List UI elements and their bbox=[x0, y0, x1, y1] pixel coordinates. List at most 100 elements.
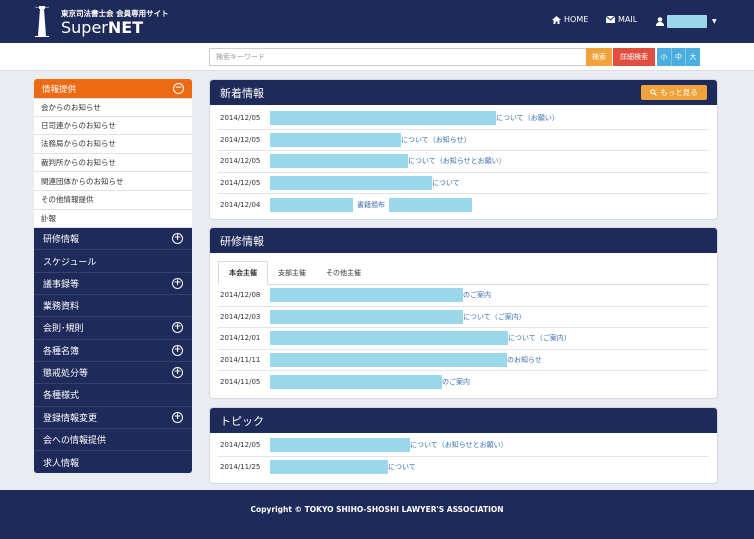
sidebar-item-label: 登録情報変更 bbox=[43, 413, 98, 424]
sidebar-item-label: スケジュール bbox=[43, 257, 97, 268]
expand-icon[interactable]: + bbox=[172, 344, 183, 356]
sidebar-subitem[interactable]: 訃報 bbox=[34, 209, 192, 229]
list-item: 2014/12/01 について（ご案内） bbox=[218, 328, 709, 350]
expand-icon[interactable]: + bbox=[172, 277, 183, 289]
home-link[interactable]: HOME bbox=[552, 15, 588, 24]
sidebar-subitem[interactable]: 関連団体からのお知らせ bbox=[34, 172, 192, 191]
training-panel: 研修情報 本会主催 支部主催 その他主催 2014/12/08 のご案内 2014/12… bbox=[209, 227, 718, 399]
sidebar-item[interactable]: 懲戒処分等 + bbox=[34, 361, 192, 385]
sidebar-subitem[interactable]: 法務局からのお知らせ bbox=[34, 135, 192, 154]
search-input[interactable]: 検索キーワード bbox=[209, 48, 587, 66]
tab-1[interactable]: 支部主催 bbox=[268, 261, 316, 284]
item-date: 2014/11/05 bbox=[220, 378, 261, 387]
sidebar-item[interactable]: 会への情報提供 bbox=[34, 428, 192, 452]
item-title-suffix[interactable]: について（ご案内） bbox=[463, 312, 526, 322]
sidebar-item[interactable]: 研修情報 + bbox=[34, 228, 192, 251]
chevron-down-icon: ▼ bbox=[712, 18, 717, 25]
copyright-text: Copyright © TOKYO SHIHO-SHOSHI LAWYER'S … bbox=[250, 505, 504, 514]
item-title-link[interactable] bbox=[270, 438, 410, 453]
item-title-link[interactable] bbox=[270, 176, 432, 191]
list-item: 2014/12/05 について bbox=[218, 173, 709, 195]
sidebar-item-label: 求人情報 bbox=[43, 458, 80, 469]
site-name[interactable]: SuperNET bbox=[61, 18, 143, 37]
sidebar-item-label: 各種名簿 bbox=[43, 346, 80, 357]
sidebar-item[interactable]: 登録情報変更 + bbox=[34, 406, 192, 429]
user-menu[interactable]: ▼ bbox=[656, 15, 717, 28]
advanced-search-button[interactable]: 詳細検索 bbox=[613, 48, 655, 66]
sidebar-subitem[interactable]: その他情報提供 bbox=[34, 190, 192, 210]
item-title-link[interactable] bbox=[270, 460, 388, 475]
item-date: 2014/11/25 bbox=[220, 463, 261, 472]
item-title-link[interactable] bbox=[270, 331, 508, 346]
sidebar-item[interactable]: 各種名簿 + bbox=[34, 339, 192, 362]
training-tabs: 本会主催 支部主催 その他主催 bbox=[218, 261, 709, 285]
item-title-suffix[interactable]: について bbox=[432, 178, 460, 188]
sidebar-subitem[interactable]: 日司連からのお知らせ bbox=[34, 116, 192, 136]
font-size-medium-button[interactable]: 中 bbox=[671, 48, 685, 66]
sidebar-section-info[interactable]: 情報提供 − bbox=[34, 79, 192, 98]
item-title-suffix[interactable]: について（お知らせとお願い） bbox=[408, 156, 506, 166]
expand-icon[interactable]: + bbox=[172, 411, 183, 423]
sidebar-item-label: 各種様式 bbox=[43, 391, 80, 402]
tab-0[interactable]: 本会主催 bbox=[218, 261, 268, 285]
more-button[interactable]: もっと見る bbox=[641, 85, 707, 100]
item-title-suffix[interactable]: 書籍頒布 bbox=[357, 200, 385, 210]
item-title-link[interactable] bbox=[270, 154, 408, 169]
collapse-icon[interactable]: − bbox=[173, 83, 184, 94]
mail-icon bbox=[606, 16, 615, 23]
sidebar-item[interactable]: 求人情報 bbox=[34, 451, 192, 474]
item-title-suffix[interactable]: のご案内 bbox=[442, 377, 470, 387]
font-size-large-button[interactable]: 大 bbox=[685, 48, 700, 66]
item-title-suffix[interactable]: について（お願い） bbox=[496, 113, 559, 123]
item-date: 2014/12/05 bbox=[220, 114, 261, 123]
item-title-link[interactable] bbox=[389, 198, 472, 213]
sidebar-item[interactable]: 業務資料 bbox=[34, 295, 192, 318]
item-date: 2014/11/11 bbox=[220, 356, 261, 365]
search-button[interactable]: 検索 bbox=[586, 48, 612, 66]
sidebar-item[interactable]: 会則･規則 + bbox=[34, 317, 192, 340]
item-title-suffix[interactable]: について（ご案内） bbox=[508, 333, 571, 343]
item-title-link[interactable] bbox=[270, 132, 401, 147]
item-title-suffix[interactable]: について bbox=[388, 462, 416, 472]
topics-panel: トピック 2014/12/05 について（お知らせとお願い） 2014/11/25 に… bbox=[209, 407, 718, 484]
item-title-link[interactable] bbox=[270, 288, 463, 303]
training-panel-title: 研修情報 bbox=[210, 228, 717, 253]
item-title-suffix[interactable]: のお知らせ bbox=[507, 355, 542, 365]
list-item: 2014/11/11 のお知らせ bbox=[218, 350, 709, 372]
sidebar-subitem[interactable]: 会からのお知らせ bbox=[34, 98, 192, 117]
site-footer: Copyright © TOKYO SHIHO-SHOSHI LAWYER'S … bbox=[0, 490, 754, 539]
tab-2[interactable]: その他主催 bbox=[316, 261, 371, 284]
news-panel: 新着情報 もっと見る 2014/12/05 について（お願い） 2014/12/05… bbox=[209, 79, 718, 220]
sidebar-item[interactable]: スケジュール bbox=[34, 250, 192, 273]
home-icon bbox=[552, 15, 561, 24]
sidebar-subitem[interactable]: 裁判所からのお知らせ bbox=[34, 153, 192, 173]
search-icon bbox=[650, 89, 658, 96]
sidebar-item[interactable]: 議事録等 + bbox=[34, 272, 192, 296]
sidebar-item-label: 懲戒処分等 bbox=[43, 369, 89, 380]
news-panel-title: 新着情報 もっと見る bbox=[210, 80, 717, 105]
item-title-suffix[interactable]: について（お知らせ） bbox=[401, 135, 471, 145]
font-size-small-button[interactable]: 小 bbox=[657, 48, 671, 66]
expand-icon[interactable]: + bbox=[172, 233, 183, 245]
list-item: 2014/12/05 について（お知らせ） bbox=[218, 130, 709, 152]
item-title-suffix[interactable]: について（お知らせとお願い） bbox=[410, 440, 508, 450]
item-title-link[interactable] bbox=[270, 375, 442, 390]
list-item: 2014/12/08 のご案内 bbox=[218, 285, 709, 307]
item-title-link[interactable] bbox=[270, 309, 463, 324]
sidebar-item[interactable]: 各種様式 bbox=[34, 384, 192, 407]
item-title-link[interactable] bbox=[270, 111, 496, 126]
item-date: 2014/12/03 bbox=[220, 312, 261, 321]
mail-link[interactable]: MAIL bbox=[606, 15, 637, 24]
item-title-link[interactable] bbox=[270, 198, 353, 213]
item-title-link[interactable] bbox=[270, 353, 507, 368]
sidebar: 情報提供 − 会からのお知らせ 日司連からのお知らせ 法務局からのお知らせ 裁判所から… bbox=[34, 79, 192, 474]
sidebar-item-label: 会則･規則 bbox=[43, 324, 84, 335]
search-bar: 検索キーワード 検索 詳細検索 小 中 大 bbox=[0, 43, 754, 71]
sidebar-item-label: 議事録等 bbox=[43, 279, 80, 290]
sidebar-item-label: 研修情報 bbox=[43, 235, 80, 246]
item-date: 2014/12/05 bbox=[220, 441, 261, 450]
expand-icon[interactable]: + bbox=[172, 322, 183, 334]
item-title-suffix[interactable]: のご案内 bbox=[463, 290, 491, 300]
expand-icon[interactable]: + bbox=[172, 367, 183, 379]
lighthouse-logo-icon[interactable] bbox=[35, 5, 49, 37]
